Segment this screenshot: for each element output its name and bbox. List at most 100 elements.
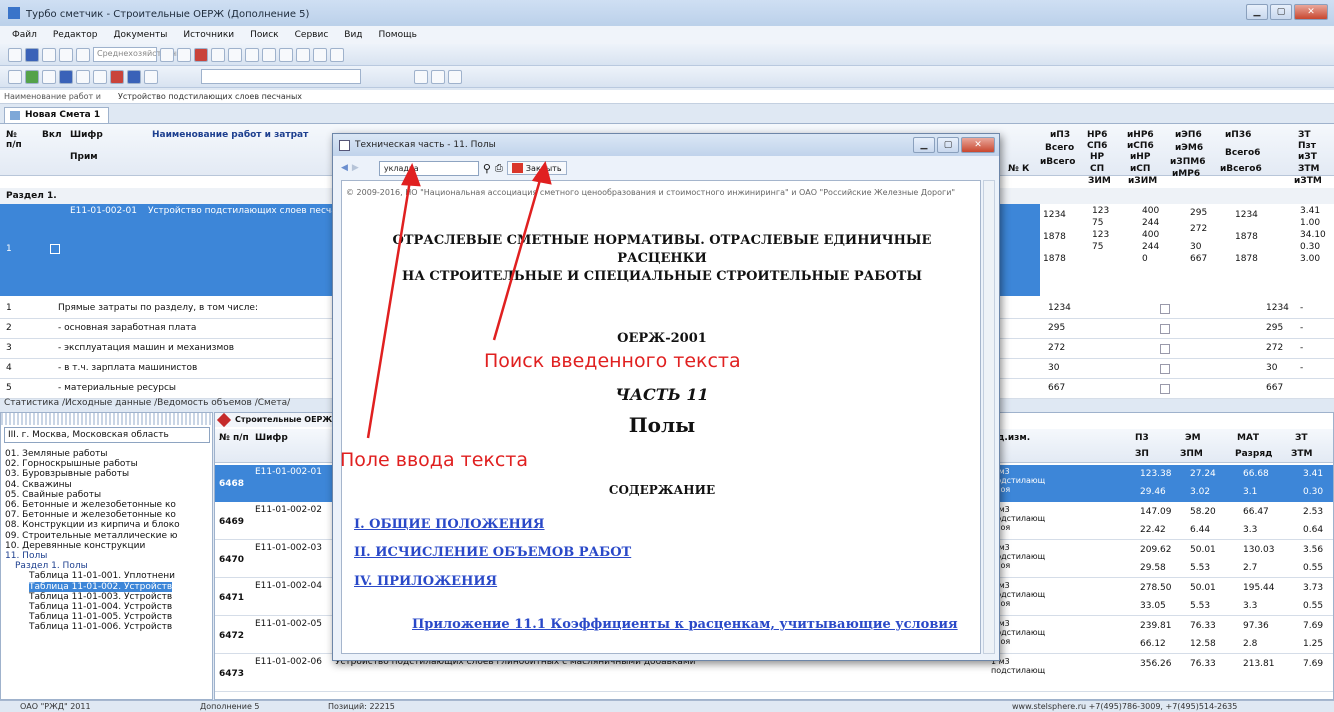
paste-icon[interactable] [228, 47, 242, 62]
close-button[interactable]: Закрыть [506, 161, 567, 175]
tree-item[interactable]: 01. Земляные работы [5, 449, 107, 459]
sum-checkbox[interactable] [1160, 344, 1170, 354]
export-icon[interactable] [330, 47, 344, 62]
sum-checkbox[interactable] [1160, 364, 1170, 374]
tree-item[interactable]: 03. Буровзрывные работы [5, 469, 129, 479]
tool-a-icon[interactable] [8, 69, 22, 84]
sum-checkbox[interactable] [1160, 324, 1170, 334]
forward-icon[interactable]: ▶ [352, 163, 359, 173]
tree-item[interactable]: 10. Деревянные конструкции [5, 541, 145, 551]
open-icon[interactable] [25, 47, 39, 62]
rates-col-9: Разряд [1235, 449, 1273, 459]
sum-checkbox[interactable] [1160, 384, 1170, 394]
copy-icon[interactable] [211, 47, 225, 62]
rates-tab[interactable]: Строительные ОЕРЖ [215, 413, 345, 427]
rate-row-value: 3.3 [1243, 601, 1258, 611]
search-icon[interactable]: ⚲ [483, 162, 491, 175]
dialog-minimize-icon[interactable]: ▁ [913, 137, 935, 153]
tree-item[interactable]: 02. Горноскрышные работы [5, 459, 138, 469]
menu-item-7[interactable]: Помощь [379, 30, 417, 40]
menu-item-6[interactable]: Вид [344, 30, 362, 40]
rate-row-code: Е11-01-002-03 [255, 543, 322, 553]
delete-icon[interactable] [262, 47, 276, 62]
menu-item-5[interactable]: Сервис [295, 30, 329, 40]
col-name: Наименование работ и затрат [152, 130, 309, 140]
tool-j-icon[interactable] [414, 69, 428, 84]
insert-icon[interactable] [245, 47, 259, 62]
pricing-combo[interactable]: Среднехозяйственно [93, 47, 186, 62]
tool-b-icon[interactable] [25, 69, 39, 84]
dialog-scrollbar[interactable] [983, 180, 995, 654]
menu-item-0[interactable]: Файл [12, 30, 37, 40]
minimize-icon[interactable]: ▁ [1246, 4, 1268, 20]
new-icon[interactable] [8, 47, 22, 62]
back-icon[interactable]: ◀ [341, 163, 348, 173]
region-select[interactable]: III. г. Москва, Московская область [4, 427, 210, 443]
tree-table-item[interactable]: Таблица 11-01-002. Устройств [29, 581, 173, 592]
rate-row-value: 0.30 [1303, 487, 1324, 497]
menu-item-2[interactable]: Документы [113, 30, 167, 40]
sum-checkbox[interactable] [1160, 304, 1170, 314]
calc-icon[interactable] [313, 47, 327, 62]
tree-item[interactable]: Раздел 1. Полы [15, 561, 88, 571]
menu-bar: Файл Редактор Документы Источники Поиск Серви… [0, 26, 1334, 44]
menu-item-3[interactable]: Источники [183, 30, 234, 40]
tool-f-icon[interactable] [93, 69, 107, 84]
copyright-text: © 2009-2016, НО "Национальная ассоциация… [346, 188, 956, 197]
tree-table-item[interactable]: Таблица 11-01-006. Устройств [29, 622, 172, 632]
sort-icon[interactable] [296, 47, 310, 62]
link-appendices[interactable]: IV. ПРИЛОЖЕНИЯ [354, 574, 497, 589]
sum-row-total: 667 [1048, 383, 1066, 393]
tree-table-item[interactable]: Таблица 11-01-001. Уплотнени [29, 571, 175, 581]
toolbar-combo-2[interactable] [201, 69, 361, 84]
tree-item[interactable]: 05. Свайные работы [5, 490, 101, 500]
sum-row-label: - в т.ч. зарплата машинистов [58, 363, 198, 373]
link-appendix-11-1[interactable]: Приложение 11.1 Коэффициенты к расценкам… [412, 617, 958, 632]
tool-d-icon[interactable] [59, 69, 73, 84]
row1-c2-0: 123 [1092, 206, 1110, 216]
menu-item-1[interactable]: Редактор [53, 30, 98, 40]
link-volumes[interactable]: II. ИСЧИСЛЕНИЕ ОБЪЕМОВ РАБОТ [354, 545, 631, 560]
tree-table-item[interactable]: Таблица 11-01-003. Устройств [29, 592, 172, 602]
print-icon[interactable]: ⎙ [495, 163, 503, 174]
tool-g-icon[interactable] [110, 69, 124, 84]
preview-icon[interactable] [76, 47, 90, 62]
tree-item[interactable]: 08. Конструкции из кирпича и блоко [5, 520, 180, 530]
sum-row-total2: 295 [1266, 323, 1284, 333]
tree-item[interactable]: 11. Полы [5, 551, 47, 561]
tool-l-icon[interactable] [448, 69, 462, 84]
name-field-input[interactable]: Устройство подстилающих слоев песчаных [118, 92, 302, 101]
rate-row-value: 3.73 [1303, 583, 1324, 593]
dialog-maximize-icon[interactable]: ▢ [937, 137, 959, 153]
tree-table-item[interactable]: Таблица 11-01-005. Устройств [29, 612, 172, 622]
tab-new-estimate[interactable]: Новая Смета 1 [4, 107, 110, 123]
print-icon[interactable] [59, 47, 73, 62]
tool-i-icon[interactable] [144, 69, 158, 84]
tree-item[interactable]: 09. Строительные металлические ю [5, 531, 178, 541]
tool-k-icon[interactable] [431, 69, 445, 84]
cut-icon[interactable] [194, 47, 208, 62]
tree-item[interactable]: 06. Бетонные и железобетонные ко [5, 500, 176, 510]
redo-icon[interactable] [177, 47, 191, 62]
rate-row-value: 195.44 [1243, 583, 1275, 593]
maximize-icon[interactable]: ▢ [1270, 4, 1292, 20]
tool-h-icon[interactable] [127, 69, 141, 84]
menu-item-4[interactable]: Поиск [250, 30, 279, 40]
row1-c4-0: 295 [1190, 208, 1208, 218]
close-icon[interactable]: ✕ [1294, 4, 1328, 20]
dialog-close-icon[interactable]: ✕ [961, 137, 995, 153]
toolbar-1: Среднехозяйственно [0, 44, 1334, 66]
save-icon[interactable] [42, 47, 56, 62]
include-checkbox[interactable] [50, 244, 60, 254]
tree-table-item[interactable]: Таблица 11-01-004. Устройств [29, 602, 172, 612]
undo-icon[interactable] [160, 47, 174, 62]
tool-e-icon[interactable] [76, 69, 90, 84]
tree-item[interactable]: 07. Бетонные и железобетонные ко [5, 510, 176, 520]
tool-c-icon[interactable] [42, 69, 56, 84]
search-input[interactable]: укладка [378, 160, 479, 176]
filter-icon[interactable] [279, 47, 293, 62]
link-general[interactable]: I. ОБЩИЕ ПОЛОЖЕНИЯ [354, 517, 545, 532]
tree-header [1, 413, 212, 425]
rate-row-num: 6468 [219, 479, 245, 489]
tree-item[interactable]: 04. Скважины [5, 480, 72, 490]
